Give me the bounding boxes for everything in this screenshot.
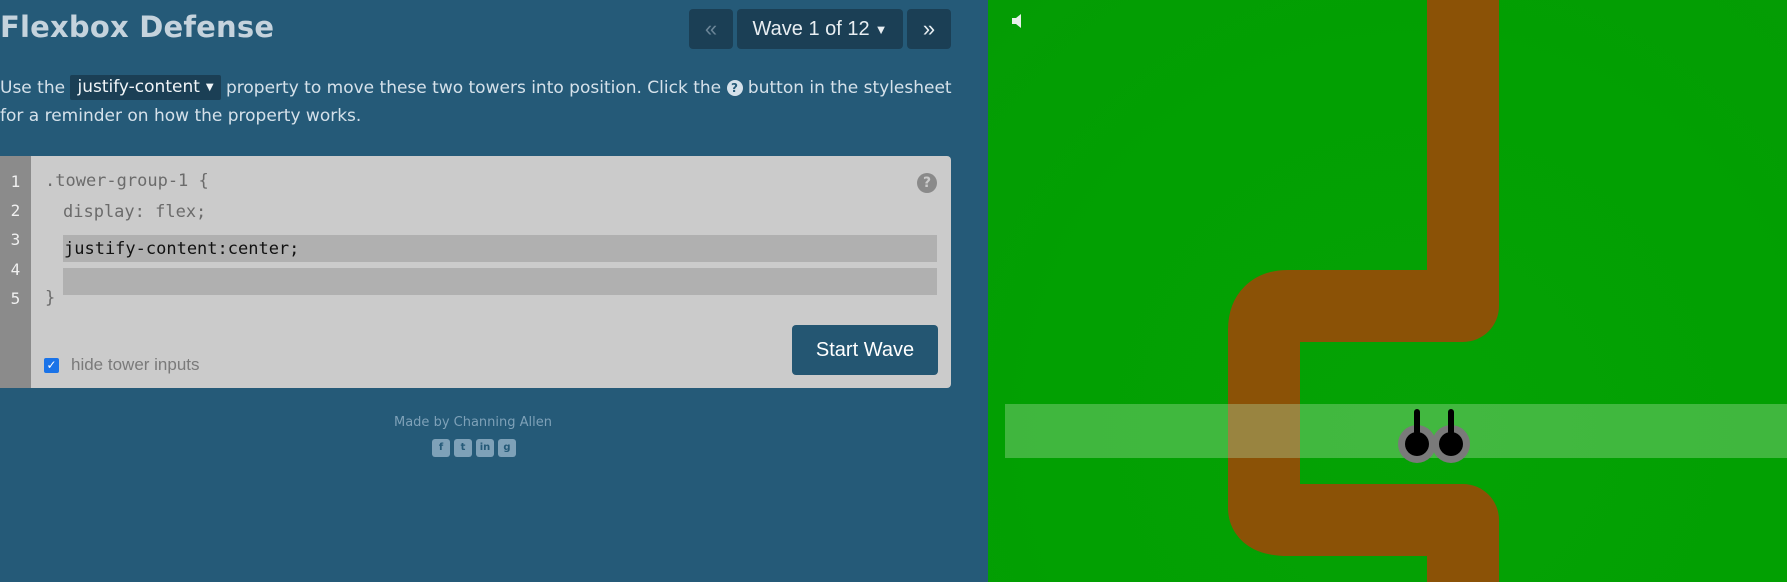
line-number: 5 — [10, 289, 21, 308]
enemy-path — [1228, 0, 1499, 582]
github-icon[interactable]: g — [498, 439, 516, 457]
css-input-line-4[interactable] — [63, 268, 937, 295]
start-wave-button[interactable]: Start Wave — [792, 325, 938, 375]
sound-icon[interactable] — [1011, 12, 1027, 35]
property-select[interactable]: justify-content ▼ — [70, 75, 221, 100]
tower[interactable] — [1398, 409, 1436, 463]
instructions-part: Use the — [0, 78, 71, 98]
instructions-part: property to move these two towers into p… — [220, 78, 727, 98]
page-title: Flexbox Defense — [0, 10, 275, 44]
question-icon: ? — [726, 80, 743, 96]
twitter-icon[interactable]: t — [454, 439, 472, 457]
line-number: 3 — [10, 230, 21, 249]
tower-group-row — [1005, 404, 1787, 458]
wave-select-button[interactable]: Wave 1 of 12 ▼ — [737, 9, 903, 49]
facebook-icon[interactable]: f — [432, 439, 450, 457]
line-number: 4 — [10, 260, 21, 279]
next-wave-button[interactable]: » — [907, 9, 951, 49]
instructions-text: Use the justify-content ▼ property to mov… — [0, 74, 965, 130]
code-closing-line: } — [45, 288, 56, 308]
social-links: f t in g — [432, 439, 516, 457]
hide-tower-inputs-checkbox[interactable]: ✓ — [44, 358, 59, 373]
property-select-value: justify-content — [77, 77, 200, 97]
game-board — [988, 0, 1787, 582]
hide-tower-inputs-label: hide tower inputs — [71, 355, 200, 374]
code-selector-line: .tower-group-1 { — [45, 171, 209, 191]
wave-label: Wave 1 of 12 — [752, 17, 870, 40]
css-input-line-3[interactable] — [63, 235, 937, 262]
line-number-gutter: 1 2 3 4 5 — [0, 156, 31, 388]
instructions-panel: Flexbox Defense « Wave 1 of 12 ▼ » Use t… — [0, 0, 988, 582]
css-editor: 1 2 3 4 5 .tower-group-1 { display: flex… — [0, 156, 951, 388]
prev-wave-button[interactable]: « — [689, 9, 733, 49]
credit-text: Made by Channing Allen — [394, 415, 552, 430]
code-display-line: display: flex; — [63, 202, 207, 222]
linkedin-icon[interactable]: in — [476, 439, 494, 457]
caret-down-icon: ▼ — [874, 21, 888, 37]
line-number: 2 — [10, 201, 21, 220]
help-icon[interactable]: ? — [917, 173, 937, 193]
select-arrow-icon: ▼ — [205, 82, 214, 93]
line-number: 1 — [10, 172, 21, 191]
tower[interactable] — [1432, 409, 1470, 463]
